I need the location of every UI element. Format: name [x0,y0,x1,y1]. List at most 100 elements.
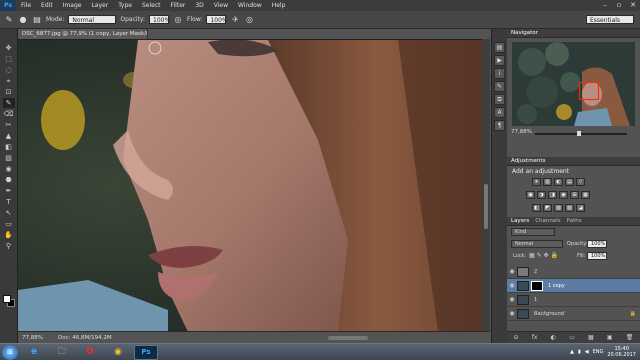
menu-filter[interactable]: Filter [166,2,191,9]
menu-type[interactable]: Type [113,2,137,9]
tab-adjustments[interactable]: Adjustments [511,157,545,165]
opera-icon[interactable]: O [78,345,102,360]
layer-row-1[interactable]: ◉ 1 [507,293,640,307]
document-canvas-area[interactable] [18,39,490,331]
exposure-icon[interactable]: ▤ [565,178,574,186]
photo-canvas[interactable] [18,40,490,331]
rectangle-tool-icon[interactable]: ▭ [3,219,15,229]
history-panel-icon[interactable]: ▤ [494,42,505,53]
language-indicator[interactable]: ENG [593,349,604,355]
navigator-zoom-slider[interactable] [535,131,627,136]
brush-panel-icon[interactable]: ▤ [32,15,42,25]
foreground-color-swatch[interactable] [3,295,11,303]
menu-view[interactable]: View [209,2,233,9]
menu-layer[interactable]: Layer [86,2,113,9]
file-explorer-icon[interactable]: 🗀 [50,345,74,360]
volume-icon[interactable]: ◀ [585,349,589,355]
tab-layers[interactable]: Layers [511,217,529,225]
layer-filter-kind[interactable]: Kind [511,228,555,236]
menu-file[interactable]: File [16,2,36,9]
tab-paths[interactable]: Paths [567,217,582,225]
gradient-map-icon[interactable]: ▧ [565,204,574,212]
hue-saturation-icon[interactable]: ▣ [526,191,535,199]
chrome-icon[interactable]: ◉ [106,345,130,360]
menu-edit[interactable]: Edit [36,2,58,9]
hand-tool-icon[interactable]: ✋ [3,230,15,240]
brush-tool-icon[interactable]: ✎ [4,15,14,25]
link-layers-icon[interactable]: ⊝ [514,334,519,341]
layer-row-1-copy[interactable]: ◉ 1 copy [507,279,640,293]
dodge-tool-icon[interactable]: ◉ [3,164,15,174]
fill-field[interactable]: 100% [587,252,607,260]
clock[interactable]: 15:40 20.06.2017 [607,346,636,358]
menu-3d[interactable]: 3D [190,2,208,9]
pressure-size-icon[interactable]: ◎ [244,15,254,25]
add-mask-icon[interactable]: ◐ [551,334,556,341]
curves-icon[interactable]: ◐ [554,178,563,186]
selective-color-icon[interactable]: ◪ [576,204,585,212]
close-button[interactable]: ✕ [626,0,640,11]
new-layer-icon[interactable]: ▣ [607,334,613,341]
minimize-button[interactable]: – [598,0,612,11]
layer-opacity-field[interactable]: 100% [587,240,607,248]
photo-filter-icon[interactable]: ◉ [559,191,568,199]
layer-mask-thumbnail[interactable] [531,280,543,291]
pressure-opacity-icon[interactable]: ◎ [173,15,183,25]
zoom-tool-icon[interactable]: ⚲ [3,241,15,251]
gradient-tool-icon[interactable]: ◧ [3,142,15,152]
opacity-field[interactable]: 100% [149,15,170,24]
posterize-icon[interactable]: ◩ [543,204,552,212]
navigator-zoom-knob[interactable] [577,131,581,136]
threshold-icon[interactable]: ▨ [554,204,563,212]
stamp-tool-icon[interactable]: ⬣ [3,175,15,185]
tray-arrow-icon[interactable]: ▲ [570,349,574,355]
menu-image[interactable]: Image [58,2,87,9]
photoshop-taskbar-icon[interactable]: Ps [134,344,158,360]
path-select-tool-icon[interactable]: ↖ [3,208,15,218]
eye-icon[interactable]: ◉ [507,282,517,289]
workspace-select[interactable]: Essentials [586,15,634,24]
airbrush-icon[interactable]: ✈ [230,15,240,25]
info-panel-icon[interactable]: i [494,68,505,79]
vertical-scrollbar[interactable] [482,39,490,331]
brush-preset-icon[interactable]: ● [18,15,28,25]
type-tool-icon[interactable]: T [3,197,15,207]
group-icon[interactable]: ▦ [588,334,594,341]
zoom-level[interactable]: 77,88% [18,332,54,343]
blur-tool-icon[interactable]: ▲ [3,131,15,141]
doc-size-info[interactable]: Doc: 46,8M/194,2M [54,332,112,343]
lasso-tool-icon[interactable]: ◌ [3,65,15,75]
vibrance-icon[interactable]: ▽ [576,178,585,186]
internet-explorer-icon[interactable]: e [22,345,46,360]
eye-icon[interactable]: ◉ [507,296,517,303]
crop-tool-icon[interactable]: ⊡ [3,87,15,97]
layer-row-2[interactable]: ◉ 2 [507,265,640,279]
history-brush-tool-icon[interactable]: ▨ [3,153,15,163]
network-icon[interactable]: ▮ [578,349,581,355]
lock-icons[interactable]: ▦ ✎ ✥ 🔒 [529,252,558,259]
color-lookup-icon[interactable]: ▦ [581,191,590,199]
slice-tool-icon[interactable]: ✂ [3,120,15,130]
move-tool-icon[interactable]: ✥ [3,43,15,53]
tab-navigator[interactable]: Navigator [511,29,538,37]
eraser-tool-icon[interactable]: ⌫ [3,109,15,119]
marquee-tool-icon[interactable]: ⬚ [3,54,15,64]
blend-mode-select[interactable]: Normal [511,240,563,248]
clone-source-icon[interactable]: ⧉ [494,94,505,105]
menu-window[interactable]: Window [233,2,267,9]
navigator-preview[interactable] [512,42,635,126]
character-panel-icon[interactable]: A [494,107,505,118]
channel-mixer-icon[interactable]: ⊞ [570,191,579,199]
horizontal-scroll-thumb[interactable] [328,336,368,340]
navigator-zoom-value[interactable]: 77,88% [511,129,532,135]
adjustment-layer-icon[interactable]: ▭ [569,334,575,341]
menu-select[interactable]: Select [137,2,166,9]
flow-field[interactable]: 100% [206,15,228,24]
trash-icon[interactable]: 🗑 [626,334,634,341]
black-white-icon[interactable]: ◨ [548,191,557,199]
tab-channels[interactable]: Channels [535,217,560,225]
levels-icon[interactable]: ▥ [543,178,552,186]
paragraph-panel-icon[interactable]: ¶ [494,120,505,131]
brush-presets-icon[interactable]: ✎ [494,81,505,92]
brush-tool-icon[interactable]: ✎ [2,98,15,108]
